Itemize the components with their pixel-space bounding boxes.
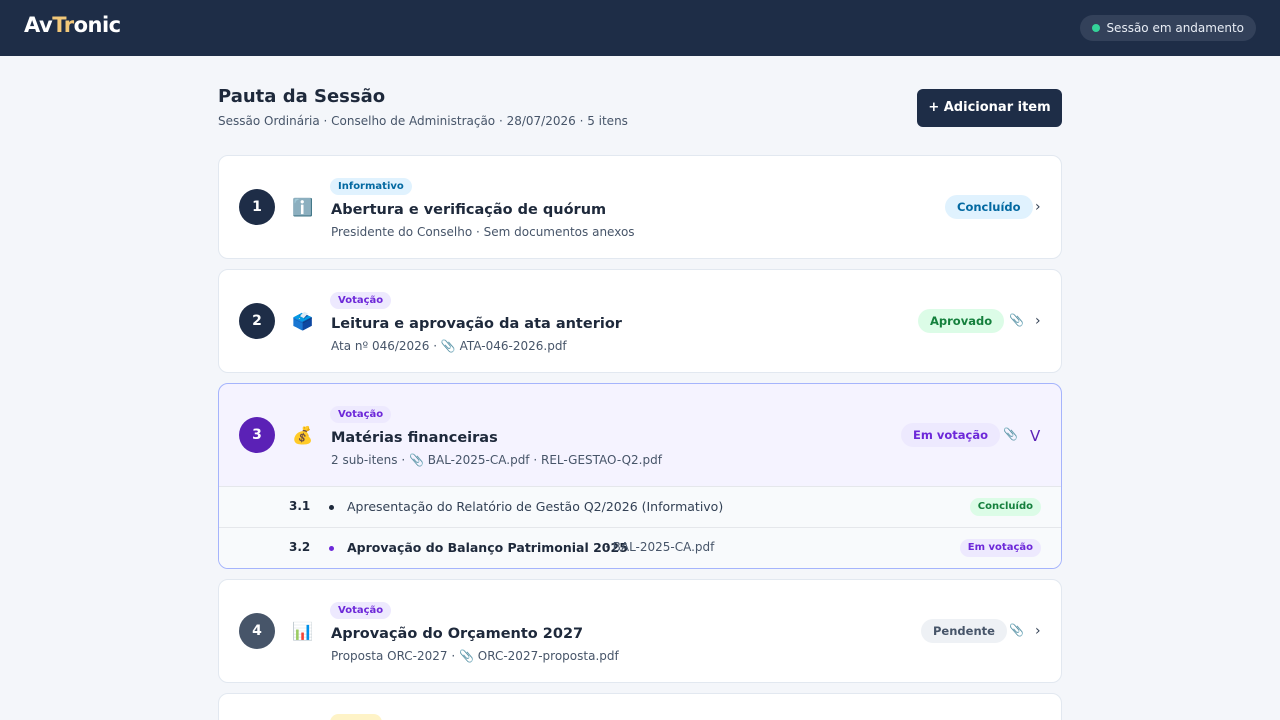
bullet-icon [329,546,334,551]
agenda-item-5[interactable] [218,693,1062,720]
chevron-right-icon[interactable]: › [1035,623,1041,639]
item-number: 3 [239,417,275,453]
paperclip-icon[interactable]: 📎 [1009,313,1024,327]
subitem-row-3-1[interactable]: 3.1 Apresentação do Relatório de Gestão … [219,486,1061,527]
status-badge: Pendente [921,619,1007,643]
info-icon: ℹ️ [292,198,314,218]
ballot-box-icon: 🗳️ [292,312,314,332]
bar-chart-icon: 📊 [292,622,314,642]
paperclip-icon: 📎 [459,649,474,663]
subitem-title: Apresentação do Relatório de Gestão Q2/2… [347,499,724,514]
page-title: Pauta da Sessão [218,86,386,107]
subitem-row-3-2[interactable]: 3.2 Aprovação do Balanço Patrimonial 202… [219,527,1061,568]
status-dot-icon [1092,24,1101,32]
agenda-item-2[interactable]: 2 🗳️ Votação Leitura e aprovação da ata … [218,269,1062,373]
item-meta: 2 sub-itens · 📎 BAL-2025-CA.pdf · REL-GE… [331,453,662,467]
item-type-tag [330,714,382,720]
item-title: Matérias financeiras [331,430,498,446]
item-type-tag: Informativo [330,178,412,195]
subitem-number: 3.1 [289,499,311,513]
paperclip-icon[interactable]: 📎 [1003,427,1018,441]
paperclip-icon[interactable]: 📎 [1009,623,1024,637]
item-number: 1 [239,189,275,225]
bullet-icon [329,505,334,510]
chevron-right-icon[interactable]: › [1035,199,1041,215]
chevron-right-icon[interactable]: › [1035,313,1041,329]
item-number: 2 [239,303,275,339]
status-badge: Concluído [945,195,1033,219]
subitem-number: 3.2 [289,540,311,554]
item-meta: Ata nº 046/2026 · 📎 ATA-046-2026.pdf [331,339,567,353]
status-badge: Concluído [969,498,1041,516]
money-bag-icon: 💰 [292,426,314,446]
top-bar: AvTronic Sessão em andamento [0,0,1280,56]
item-type-tag: Votação [330,406,392,423]
item-title: Aprovação do Orçamento 2027 [331,626,584,642]
attachment-link[interactable]: ORC-2027-proposta.pdf [478,649,619,663]
status-badge: Em votação [959,539,1041,557]
agenda-item-1[interactable]: 1 ℹ️ Informativo Abertura e verificação … [218,155,1062,259]
paperclip-icon: 📎 [408,453,424,467]
item-title: Abertura e verificação de quórum [331,202,607,218]
agenda-item-3[interactable]: 3 💰 Votação Matérias financeiras 2 sub-i… [218,383,1062,569]
item-title: Leitura e aprovação da ata anterior [331,316,622,332]
add-item-button[interactable]: + Adicionar item [917,89,1062,127]
attachment-link[interactable]: · BAL-2025-CA.pdf [605,540,714,554]
status-badge: Aprovado [918,309,1005,333]
page-subtitle: Sessão Ordinária · Conselho de Administr… [218,114,628,128]
agenda-item-4[interactable]: 4 📊 Votação Aprovação do Orçamento 2027 … [218,579,1062,683]
item-meta: Proposta ORC-2027 · 📎 ORC-2027-proposta.… [331,649,619,663]
paperclip-icon: 📎 [440,339,456,353]
item-number: 4 [239,613,275,649]
session-status-badge: Sessão em andamento [1080,15,1256,41]
status-badge: Em votação [901,423,1000,447]
attachment-link[interactable]: ATA-046-2026.pdf [460,339,567,353]
item-type-tag: Votação [330,602,392,619]
item-type-tag: Votação [330,292,392,309]
attachment-link[interactable]: BAL-2025-CA.pdf · REL-GESTAO-Q2.pdf [428,453,662,467]
app-logo[interactable]: AvTronic [24,13,121,37]
chevron-down-icon[interactable]: V [1030,427,1040,445]
item-meta: Presidente do Conselho · Sem documentos … [331,225,635,239]
subitem-title: Aprovação do Balanço Patrimonial 2025 [347,540,628,555]
session-status-text: Sessão em andamento [1106,21,1244,35]
